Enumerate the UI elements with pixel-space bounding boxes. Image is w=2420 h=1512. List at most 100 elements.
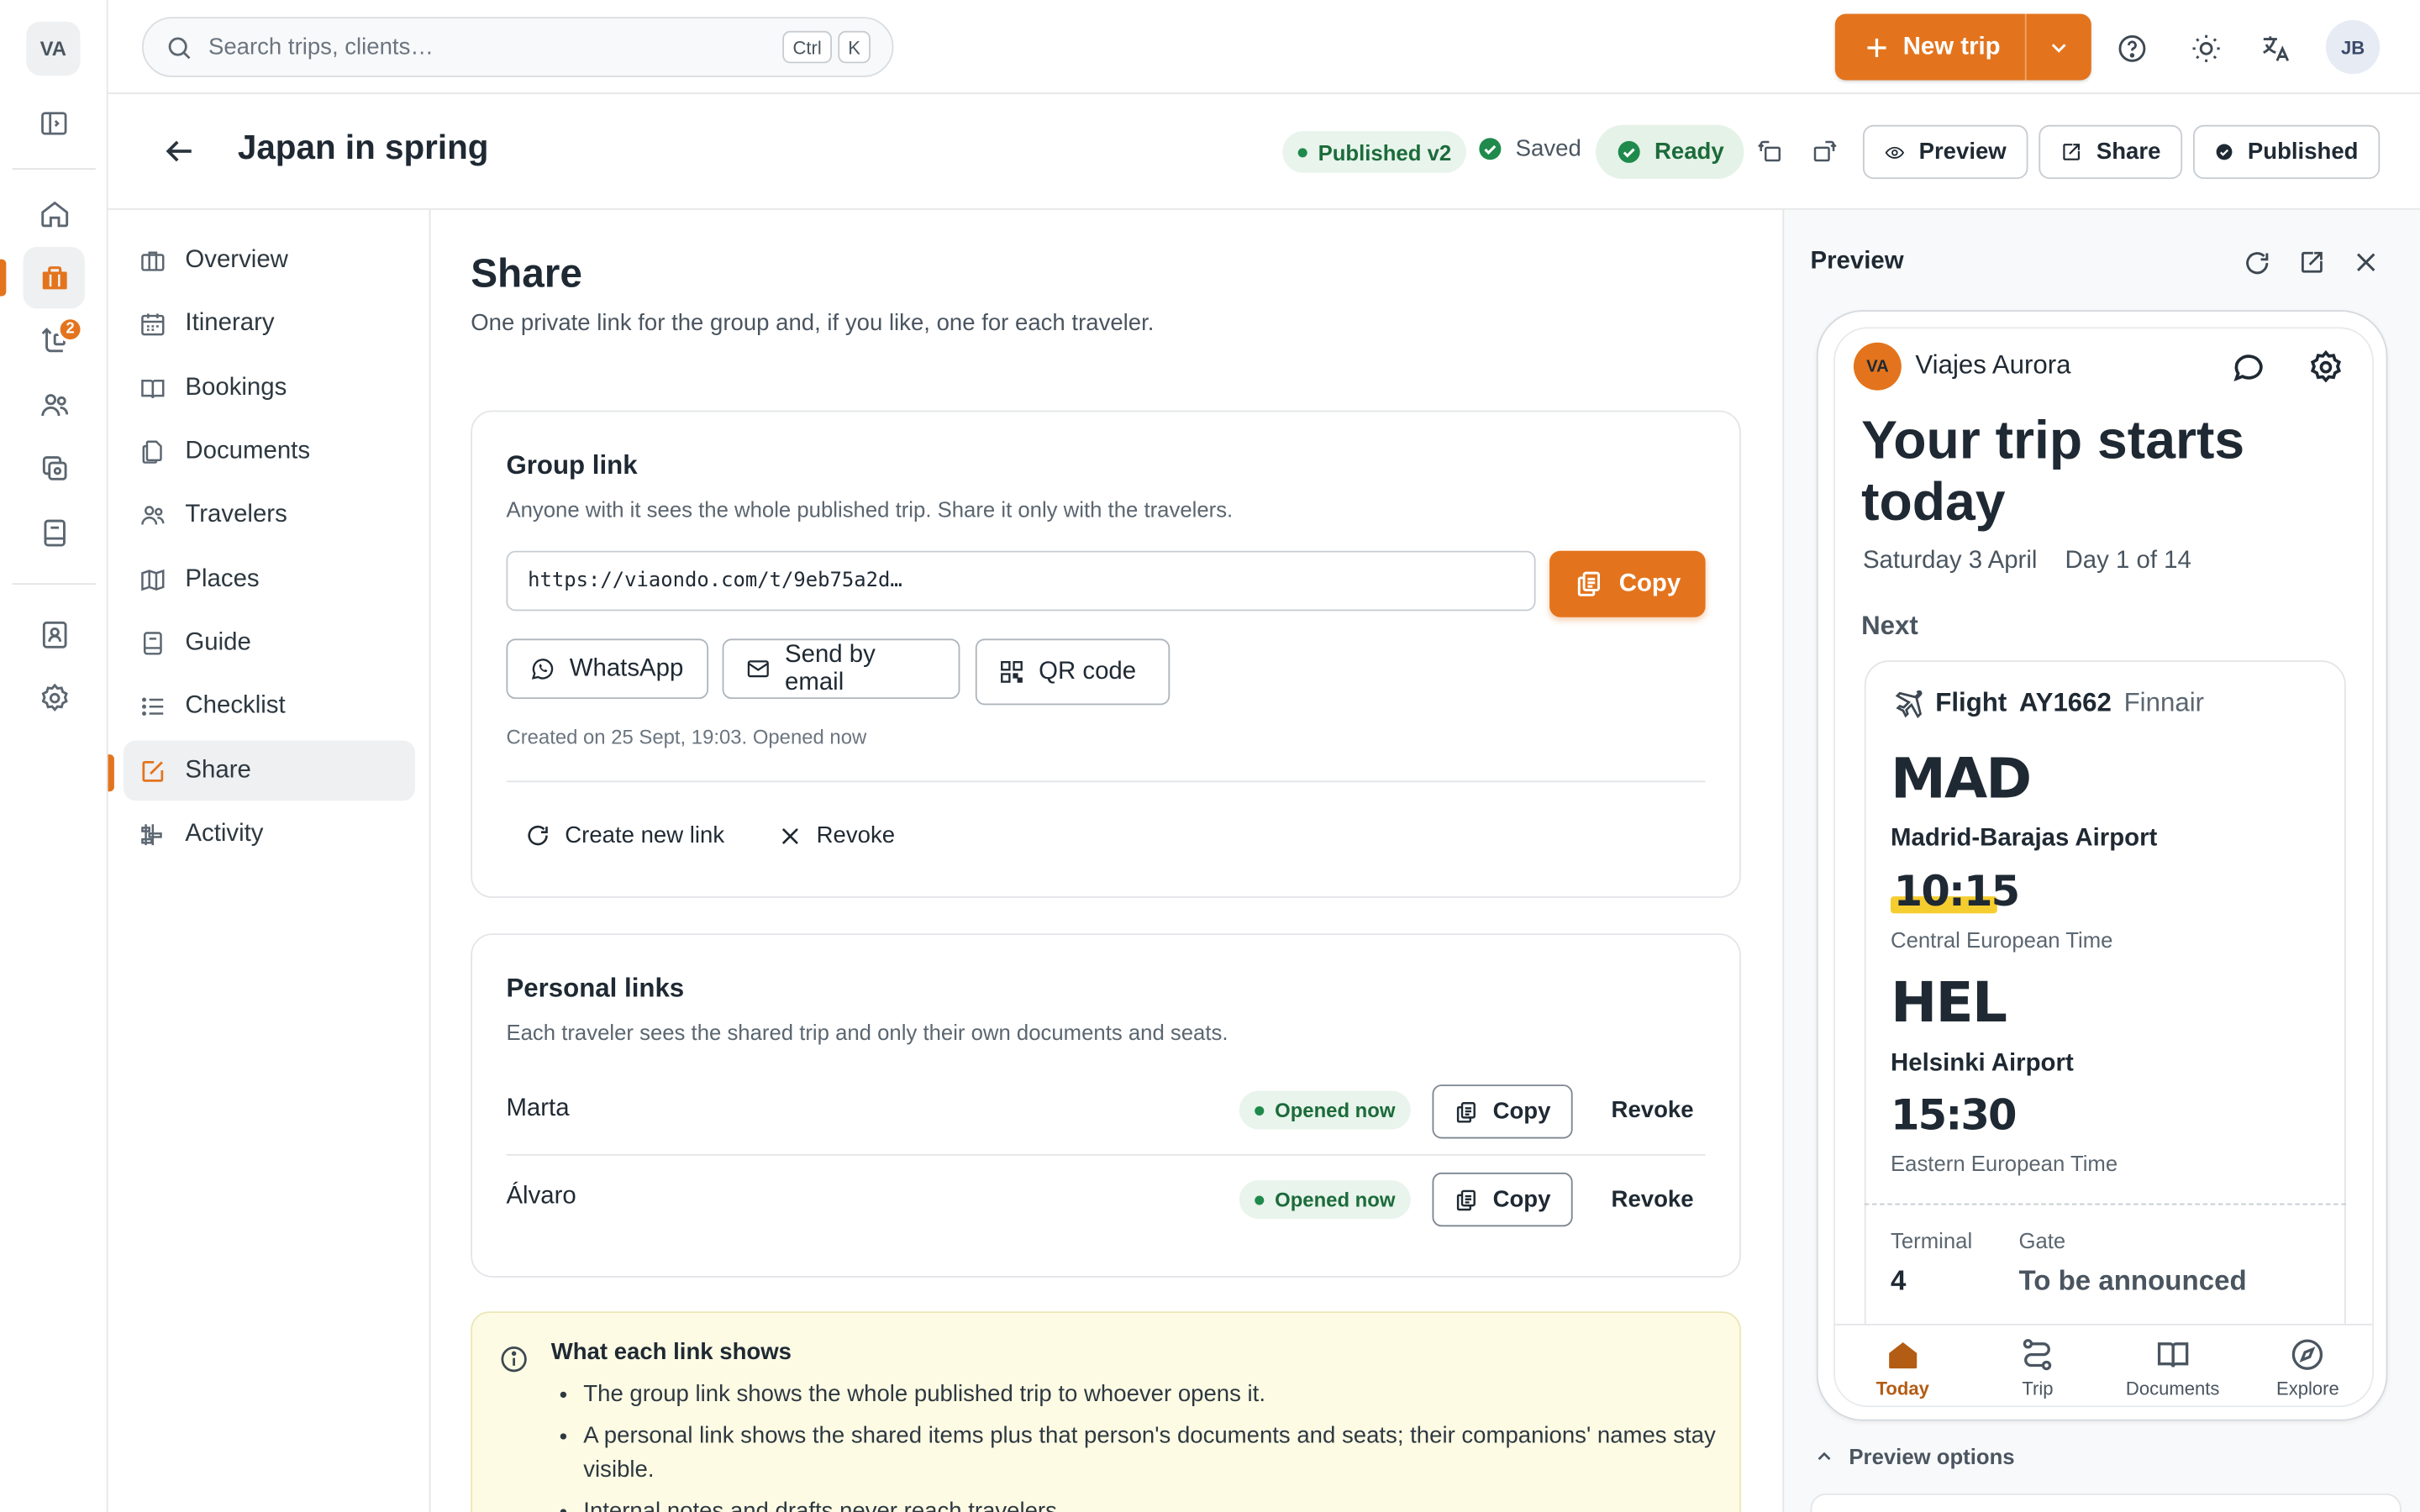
tab-label: Trip <box>2022 1377 2054 1399</box>
calendar-icon <box>141 312 165 335</box>
nav-label: Places <box>185 565 260 592</box>
list-item: The group link shows the whole published… <box>583 1378 1718 1411</box>
sidebar-toggle-icon[interactable] <box>24 92 85 154</box>
agency-name: Viajes Aurora <box>1915 349 2071 380</box>
files-icon <box>142 439 162 463</box>
tab-today[interactable]: Today <box>1835 1326 1970 1406</box>
copy-icon <box>1457 1189 1476 1210</box>
search-input[interactable]: Search trips, clients… Ctrl K <box>141 17 894 77</box>
nav-active-indicator <box>108 754 114 792</box>
home-icon[interactable] <box>24 182 85 244</box>
library-book-icon[interactable] <box>24 501 85 563</box>
arrival-airport: Helsinki Airport <box>1891 1050 2074 1078</box>
status-dot <box>1255 1105 1265 1116</box>
nav-item-travelers[interactable]: Travelers <box>124 485 415 545</box>
preview-button[interactable]: Preview <box>1862 124 2028 180</box>
link-info-list: The group link shows the whole published… <box>553 1378 1718 1512</box>
rail-active-indicator <box>0 259 7 297</box>
trips-briefcase-icon[interactable] <box>23 246 86 309</box>
check-circle-icon <box>1479 138 1502 160</box>
tab-trip[interactable]: Trip <box>1970 1326 2106 1406</box>
revoke-label: Revoke <box>816 822 896 849</box>
rail-divider <box>12 168 96 171</box>
settings-gear-icon[interactable] <box>24 666 85 727</box>
help-icon[interactable] <box>2108 24 2154 71</box>
rail-divider-2 <box>12 583 96 585</box>
copy-label: Copy <box>1492 1098 1551 1125</box>
saved-label: Saved <box>1515 135 1581 162</box>
new-trip-button[interactable]: New trip <box>1835 13 2027 81</box>
requests-badge: 2 <box>56 316 84 343</box>
nav-item-itinerary[interactable]: Itinerary <box>124 293 415 354</box>
redo-icon[interactable] <box>1810 137 1841 168</box>
nav-item-share[interactable]: Share <box>123 740 416 801</box>
activity-icon <box>141 823 162 845</box>
list-item: Internal notes and drafts never reach tr… <box>583 1495 1718 1512</box>
user-avatar[interactable]: JB <box>2325 19 2381 75</box>
new-trip-dropdown[interactable] <box>2027 14 2091 81</box>
home-icon <box>1888 1341 1917 1368</box>
tab-documents[interactable]: Documents <box>2105 1326 2240 1406</box>
gate-label: Gate <box>2018 1228 2066 1253</box>
share-button[interactable]: Share <box>2039 124 2183 180</box>
revoke-personal-link-button[interactable]: Revoke <box>1612 1186 1694 1212</box>
opened-status-label: Opened now <box>1275 1098 1396 1122</box>
terminal-label: Terminal <box>1891 1228 1973 1253</box>
undo-icon[interactable] <box>1756 137 1787 168</box>
compass-icon <box>2292 1338 2323 1369</box>
copy-icon <box>1457 1101 1476 1122</box>
clients-icon[interactable] <box>24 373 85 434</box>
gate-value: To be announced <box>2018 1265 2247 1296</box>
theme-sun-icon[interactable] <box>2182 24 2228 71</box>
qr-code-icon <box>1001 661 1023 683</box>
close-icon[interactable] <box>2352 249 2380 276</box>
nav-item-guide[interactable]: Guide <box>124 612 415 673</box>
nav-item-documents[interactable]: Documents <box>124 421 415 481</box>
language-translate-icon[interactable] <box>2252 24 2298 71</box>
qr-code-button[interactable]: QR code <box>975 638 1171 706</box>
section-title: Share <box>471 249 582 297</box>
preview-options-toggle[interactable]: Preview options <box>1813 1444 2015 1469</box>
revoke-group-link-button[interactable]: Revoke <box>778 822 895 848</box>
agency-logo: VA <box>1853 342 1902 391</box>
check-circle-icon <box>1618 140 1640 163</box>
published-button[interactable]: Published <box>2193 124 2381 180</box>
chat-bubble-icon[interactable] <box>2230 349 2267 386</box>
send-by-email-button[interactable]: Send by email <box>722 638 960 700</box>
contacts-icon[interactable] <box>24 603 85 664</box>
settings-gear-icon[interactable] <box>2307 349 2344 386</box>
back-arrow-icon[interactable] <box>160 133 197 170</box>
departure-code: MAD <box>1891 748 2032 812</box>
arrival-timezone: Eastern European Time <box>1891 1151 2118 1176</box>
group-link-url-field[interactable]: https://viaondo.com/t/9eb75a2d… <box>506 550 1536 612</box>
preview-date: Saturday 3 April <box>1862 548 2038 575</box>
qr-label: QR code <box>1039 658 1137 685</box>
refresh-icon[interactable] <box>2243 249 2272 278</box>
copy-personal-link-button[interactable]: Copy <box>1432 1084 1573 1139</box>
copy-personal-link-button[interactable]: Copy <box>1432 1172 1573 1227</box>
next-heading: Next <box>1861 611 1918 641</box>
copy-group-link-button[interactable]: Copy <box>1549 550 1706 617</box>
section-subtitle: One private link for the group and, if y… <box>471 310 1155 337</box>
revoke-personal-link-button[interactable]: Revoke <box>1612 1097 1694 1123</box>
nav-item-activity[interactable]: Activity <box>124 804 415 864</box>
nav-item-bookings[interactable]: Bookings <box>124 358 415 418</box>
opened-status-badge: Opened now <box>1239 1180 1411 1220</box>
divider <box>506 780 1706 783</box>
nav-item-places[interactable]: Places <box>124 549 415 610</box>
templates-icon[interactable] <box>24 437 85 498</box>
tab-explore[interactable]: Explore <box>2240 1326 2372 1406</box>
dashed-divider <box>1864 1203 2346 1205</box>
map-icon <box>141 568 165 591</box>
workspace-logo[interactable]: VA <box>26 21 81 76</box>
flight-number: AY1662 <box>2018 688 2112 718</box>
whatsapp-button[interactable]: WhatsApp <box>506 638 709 700</box>
open-external-icon[interactable] <box>2298 249 2326 276</box>
nav-item-overview[interactable]: Overview <box>124 230 415 291</box>
phone-preview-frame: VA Viajes Aurora Your trip starts today … <box>1816 310 2388 1421</box>
share-label: Share <box>2096 139 2161 165</box>
nav-label: Itinerary <box>185 309 275 336</box>
preview-label: Preview <box>1918 139 2007 165</box>
nav-item-checklist[interactable]: Checklist <box>124 675 415 736</box>
create-new-link-button[interactable]: Create new link <box>524 822 724 848</box>
